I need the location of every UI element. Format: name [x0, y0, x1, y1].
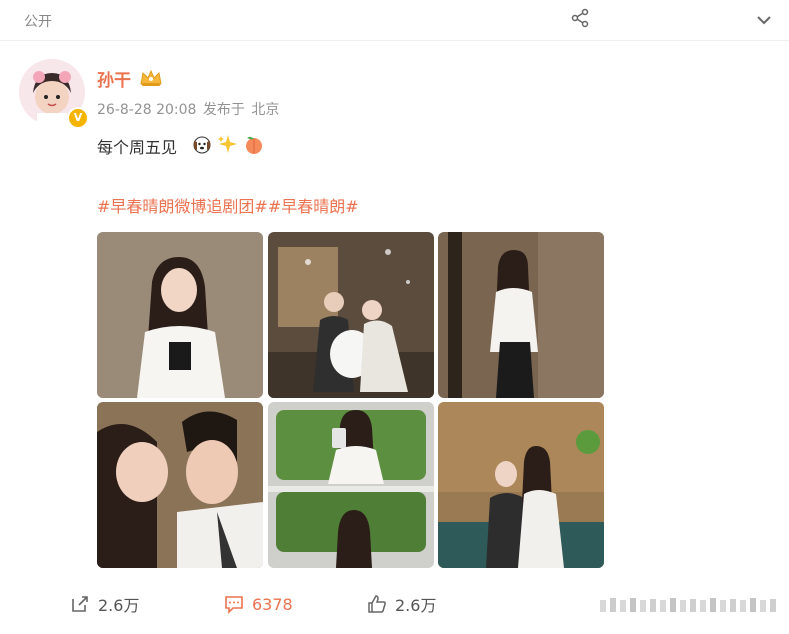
post-meta: 26-8-28 20:08 发布于 北京 [97, 99, 281, 119]
repost-count: 2.6万 [98, 596, 140, 615]
post-photo[interactable] [438, 232, 604, 398]
dog-emoji-icon [193, 136, 211, 154]
post-photo[interactable] [97, 402, 263, 568]
verified-badge-icon: V [67, 107, 89, 129]
comment-count: 6378 [252, 594, 293, 614]
post-visibility-bar: 公开 [0, 0, 789, 41]
hashtags: #早春晴朗微博追剧团##早春晴朗# [97, 193, 359, 217]
post-text: 每个周五见 [97, 138, 178, 157]
chevron-down-icon[interactable] [754, 10, 774, 30]
comment-button[interactable]: 6378 [224, 586, 293, 622]
peach-emoji-icon [246, 136, 262, 154]
post-photo[interactable] [268, 232, 434, 398]
sparkles-emoji-icon [218, 135, 237, 153]
repost-button[interactable]: 2.6万 [70, 586, 139, 622]
author-avatar[interactable]: V [19, 59, 89, 129]
repost-icon [72, 596, 88, 612]
crown-icon[interactable] [139, 68, 163, 88]
posted-from-label: 发布于 [202, 102, 245, 118]
hashtag-link[interactable]: #早春晴朗# [268, 197, 359, 216]
author-name[interactable]: 孙干 [97, 66, 131, 91]
like-count: 2.6万 [395, 596, 437, 615]
post-time[interactable]: 26-8-28 20:08 [97, 102, 196, 118]
like-button[interactable]: 2.6万 [367, 586, 436, 622]
post-photo[interactable] [438, 402, 604, 568]
watermark-blur [600, 598, 776, 612]
thumbs-up-icon [368, 595, 386, 613]
visibility-label: 公开 [24, 14, 52, 30]
post-photo[interactable] [97, 232, 263, 398]
post-photo[interactable] [268, 402, 434, 568]
hashtag-link[interactable]: #早春晴朗微博追剧团# [97, 197, 268, 216]
share-icon[interactable] [570, 8, 590, 28]
comment-icon [225, 596, 243, 614]
post-location: 北京 [251, 102, 280, 118]
